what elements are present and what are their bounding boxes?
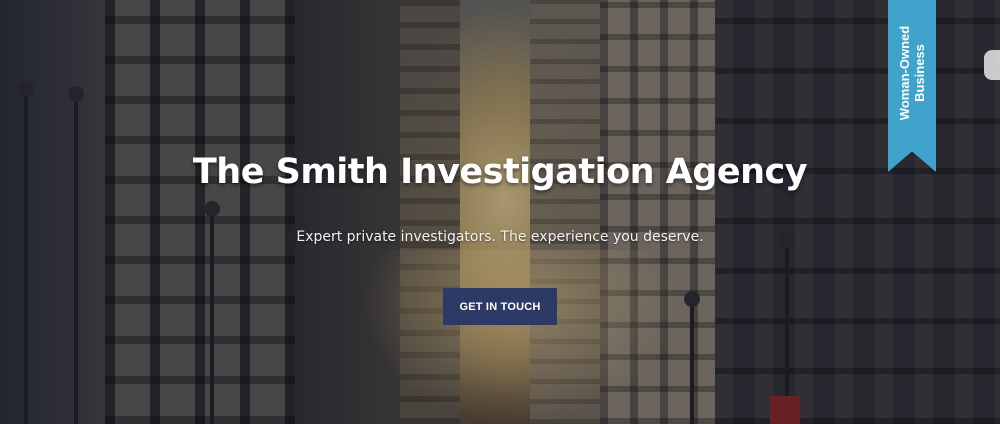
page-subtitle: Expert private investigators. The experi… bbox=[296, 229, 704, 246]
hero-content: The Smith Investigation Agency Expert pr… bbox=[0, 0, 1000, 424]
badge-line-1: Woman-Owned bbox=[897, 25, 912, 121]
badge-label: Woman-Owned Business bbox=[897, 26, 927, 120]
badge-line-2: Business bbox=[912, 44, 927, 102]
get-in-touch-button[interactable]: GET IN TOUCH bbox=[443, 288, 557, 326]
page-title: The Smith Investigation Agency bbox=[192, 152, 808, 192]
hero-section: The Smith Investigation Agency Expert pr… bbox=[0, 0, 1000, 424]
side-scroll-tab[interactable] bbox=[984, 50, 1000, 80]
woman-owned-business-badge: Woman-Owned Business bbox=[888, 0, 936, 172]
